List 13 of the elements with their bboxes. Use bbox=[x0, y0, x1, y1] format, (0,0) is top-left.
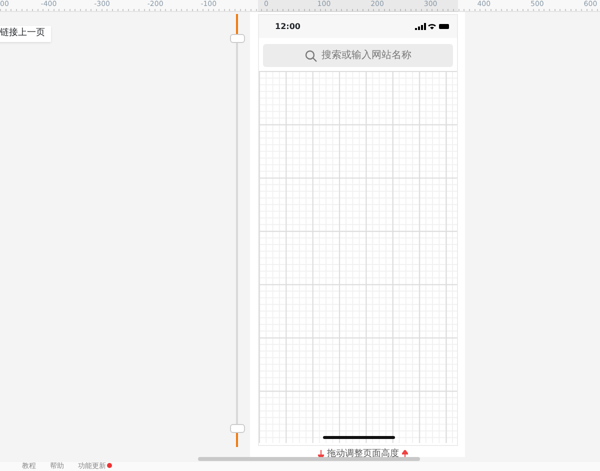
search-icon bbox=[304, 50, 316, 62]
link-tag[interactable]: 链接上一页 bbox=[0, 26, 51, 42]
signal-wifi-battery-icon bbox=[415, 23, 449, 30]
scrollbar[interactable] bbox=[198, 457, 420, 461]
search-field[interactable]: 搜索或输入网站名称 bbox=[263, 44, 453, 67]
home-indicator bbox=[323, 436, 395, 439]
drag-handle[interactable] bbox=[230, 34, 245, 43]
arrow-down-icon bbox=[318, 450, 324, 460]
status-time: 12:00 bbox=[275, 20, 300, 32]
arrow-up-icon bbox=[402, 450, 408, 460]
resize-hint: 拖动调整页面高度 bbox=[327, 448, 399, 461]
drag-handle[interactable] bbox=[230, 424, 245, 433]
search-placeholder: 搜索或输入网站名称 bbox=[322, 48, 412, 63]
